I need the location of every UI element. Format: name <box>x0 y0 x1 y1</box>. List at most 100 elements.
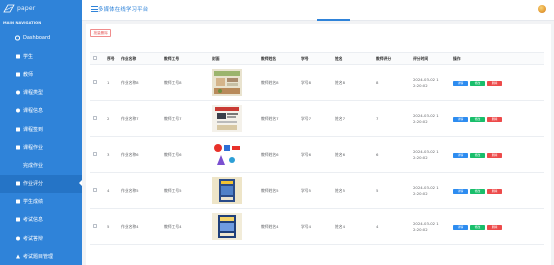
student-id: 学号4 <box>298 208 332 245</box>
nav-heading: MAIN NAVIGATION <box>3 21 42 25</box>
sidebar-item-course-types[interactable]: 课程类型 <box>0 84 82 102</box>
sidebar-item-completed-homework[interactable]: 完成作业 <box>0 156 82 174</box>
sidebar-item-exam-defense[interactable]: 考试答辩 <box>0 229 82 247</box>
grading-card: 批量删除 序号 作业名称 教师工号 封面 教师姓名 学号 姓名 教师评分 评分时… <box>86 24 551 265</box>
teacher-score: 7 <box>373 100 410 137</box>
sidebar-item-label: 考试信息 <box>23 217 44 224</box>
hamburger-menu-icon[interactable] <box>91 6 98 13</box>
delete-button[interactable]: 删除 <box>487 188 502 194</box>
row-checkbox[interactable] <box>93 116 97 120</box>
cover-image <box>212 177 242 204</box>
sidebar-item-teachers[interactable]: 教师 <box>0 65 82 83</box>
teacher-name: 教师姓名6 <box>258 136 298 173</box>
grid-icon <box>15 199 20 204</box>
sidebar-item-label: 教师 <box>23 71 34 78</box>
teacher-name: 教师姓名7 <box>258 100 298 137</box>
row-checkbox[interactable] <box>93 152 97 156</box>
grid-icon <box>15 145 20 150</box>
sidebar-item-label: 完成作业 <box>23 162 44 169</box>
column-header: 姓名 <box>332 52 373 65</box>
row-checkbox[interactable] <box>93 80 97 84</box>
cover-image <box>212 69 242 96</box>
table-row: 4 作业名称5 教师工号5 教师姓名5 学号5 姓名5 5 2024-03-02… <box>90 172 544 209</box>
grading-table: 序号 作业名称 教师工号 封面 教师姓名 学号 姓名 教师评分 评分时间 操作 <box>90 52 544 245</box>
grid-icon <box>15 181 20 186</box>
brand-logo[interactable]: paper <box>0 2 82 15</box>
delete-button[interactable]: 删除 <box>487 152 502 158</box>
column-header: 学号 <box>298 52 332 65</box>
delete-button[interactable]: 删除 <box>487 224 502 230</box>
cover-cell <box>209 208 258 245</box>
teacher-name: 教师姓名4 <box>258 208 298 245</box>
student-name: 姓名8 <box>332 64 373 101</box>
delete-button[interactable]: 删除 <box>487 116 502 122</box>
sidebar-item-course-info[interactable]: 课程信息 <box>0 102 82 120</box>
cover-cell <box>209 172 258 209</box>
teacher-id: 教师工号7 <box>161 100 209 137</box>
cover-image <box>212 213 242 240</box>
delete-button[interactable]: 删除 <box>487 80 502 86</box>
sidebar-item-homework-grading[interactable]: 作业评分 <box>0 174 82 193</box>
sidebar-item-exam-info[interactable]: 考试信息 <box>0 211 82 229</box>
cover-cell <box>209 100 258 137</box>
grid-icon <box>15 217 20 222</box>
select-all-checkbox[interactable] <box>93 56 97 60</box>
edit-button[interactable]: 修改 <box>470 188 485 194</box>
sidebar-item-student-scores[interactable]: 学生成绩 <box>0 193 82 211</box>
sidebar-item-course-homework[interactable]: 课程作业 <box>0 138 82 156</box>
score-time: 2024-03-02 1 2:20:02 <box>410 172 450 209</box>
actions-cell: 详情 修改 删除 <box>450 208 544 245</box>
edit-button[interactable]: 修改 <box>470 80 485 86</box>
column-header: 教师工号 <box>161 52 209 65</box>
grid-icon <box>15 127 20 132</box>
homework-name: 作业名称8 <box>118 64 161 101</box>
student-name: 姓名7 <box>332 100 373 137</box>
sidebar-item-exam-questions[interactable]: 考试题目管理 <box>0 247 82 265</box>
score-time: 2024-03-02 1 2:20:02 <box>410 100 450 137</box>
actions-cell: 详情 修改 删除 <box>450 100 544 137</box>
column-header: 教师姓名 <box>258 52 298 65</box>
column-header: 封面 <box>209 52 258 65</box>
detail-button[interactable]: 详情 <box>453 80 468 86</box>
triangle-icon <box>15 254 20 259</box>
row-index: 4 <box>104 172 118 209</box>
row-checkbox[interactable] <box>93 188 97 192</box>
detail-button[interactable]: 详情 <box>453 152 468 158</box>
student-id: 学号6 <box>298 136 332 173</box>
top-header: 多媒体在线学习平台 <box>82 0 554 21</box>
detail-button[interactable]: 详情 <box>453 116 468 122</box>
circle-icon <box>15 163 20 168</box>
detail-button[interactable]: 详情 <box>453 224 468 230</box>
teacher-id: 教师工号6 <box>161 136 209 173</box>
sidebar-item-course-checkin[interactable]: 课程签到 <box>0 120 82 138</box>
sidebar-item-students[interactable]: 学生 <box>0 47 82 65</box>
sidebar-item-label: 学生成绩 <box>23 199 44 206</box>
student-id: 学号7 <box>298 100 332 137</box>
homework-name: 作业名称4 <box>118 208 161 245</box>
teacher-name: 教师姓名5 <box>258 172 298 209</box>
student-name: 姓名6 <box>332 136 373 173</box>
edit-button[interactable]: 修改 <box>470 152 485 158</box>
batch-delete-button[interactable]: 批量删除 <box>90 29 112 37</box>
detail-button[interactable]: 详情 <box>453 188 468 194</box>
edit-button[interactable]: 修改 <box>470 116 485 122</box>
row-index: 1 <box>104 64 118 101</box>
sidebar-item-label: 学生 <box>23 53 34 60</box>
teacher-score: 8 <box>373 64 410 101</box>
column-header: 操作 <box>450 52 544 65</box>
circle-icon <box>15 90 20 95</box>
app-root: paper MAIN NAVIGATION Dashboard 学生 教师 课程… <box>0 0 554 265</box>
cover-cell <box>209 64 258 101</box>
app-title: 多媒体在线学习平台 <box>98 7 149 13</box>
column-header: 教师评分 <box>373 52 410 65</box>
teacher-id: 教师工号8 <box>161 64 209 101</box>
logo-icon <box>3 4 15 13</box>
column-header: 评分时间 <box>410 52 450 65</box>
user-avatar[interactable] <box>538 5 546 13</box>
edit-button[interactable]: 修改 <box>470 224 485 230</box>
row-checkbox[interactable] <box>93 224 97 228</box>
table-header-row: 序号 作业名称 教师工号 封面 教师姓名 学号 姓名 教师评分 评分时间 操作 <box>90 52 544 65</box>
column-header: 序号 <box>104 52 118 65</box>
sidebar-item-dashboard[interactable]: Dashboard <box>0 29 82 47</box>
teacher-score: 5 <box>373 172 410 209</box>
